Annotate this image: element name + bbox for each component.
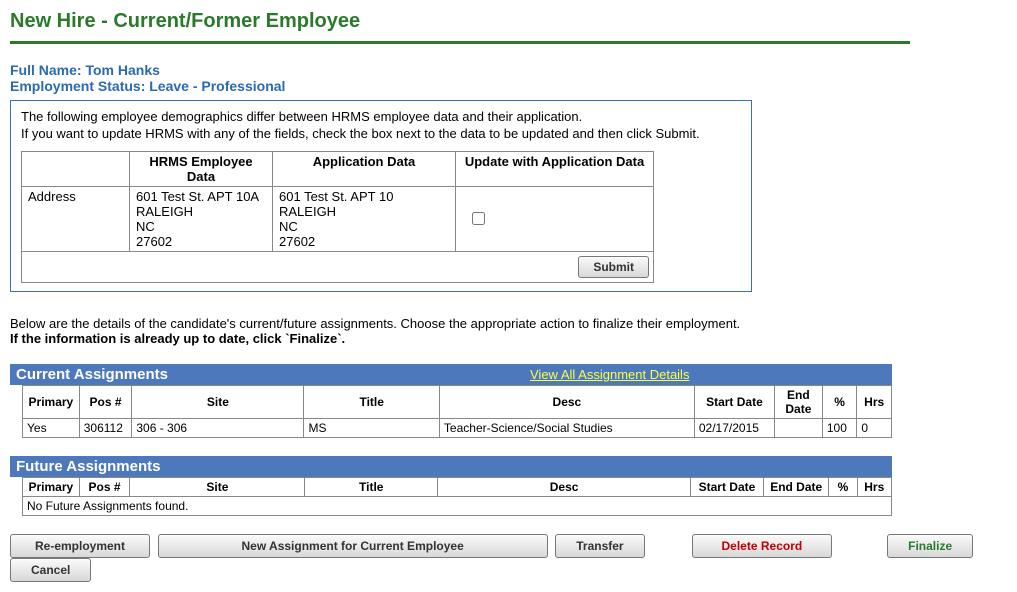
- table-row: Yes 306112 306 - 306 MS Teacher-Science/…: [23, 418, 892, 437]
- reemployment-button[interactable]: Re-employment: [10, 534, 150, 558]
- action-buttons: Re-employment New Assignment for Current…: [10, 534, 1007, 582]
- page-rule: [10, 41, 910, 44]
- cur-th-site: Site: [132, 385, 304, 418]
- compare-col-update: Update with Application Data: [456, 151, 654, 186]
- compare-col-field: [22, 151, 130, 186]
- compare-col-app: Application Data: [273, 151, 456, 186]
- status-label: Employment Status:: [10, 78, 145, 94]
- cur-pct: 100: [822, 418, 857, 437]
- current-assignments-table: Primary Pos # Site Title Desc Start Date…: [22, 385, 892, 438]
- full-name-value: Tom Hanks: [85, 62, 159, 78]
- hrms-address-cell: 601 Test St. APT 10A RALEIGH NC 27602: [130, 186, 273, 251]
- current-assignments-title: Current Assignments: [16, 366, 168, 383]
- cur-th-end: End Date: [774, 385, 822, 418]
- hrms-line2: RALEIGH: [136, 204, 193, 219]
- identity-block: Full Name: Tom Hanks Employment Status: …: [10, 62, 1007, 94]
- cur-th-pct: %: [822, 385, 857, 418]
- fut-th-site: Site: [130, 477, 305, 496]
- view-all-assignments-link[interactable]: View All Assignment Details: [530, 367, 689, 382]
- future-assignments-bar: Future Assignments: [10, 456, 892, 477]
- hrms-line4: 27602: [136, 234, 172, 249]
- compare-col-hrms: HRMS Employee Data: [130, 151, 273, 186]
- note-line2: If the information is already up to date…: [10, 331, 345, 346]
- fut-th-pct: %: [829, 477, 857, 496]
- cancel-button[interactable]: Cancel: [10, 558, 91, 582]
- update-address-checkbox[interactable]: [472, 212, 485, 225]
- current-assignments-bar: Current Assignments View All Assignment …: [10, 364, 892, 385]
- compare-line2: If you want to update HRMS with any of t…: [21, 126, 700, 141]
- fut-th-start: Start Date: [691, 477, 764, 496]
- submit-button[interactable]: Submit: [578, 256, 649, 278]
- cur-desc: Teacher-Science/Social Studies: [439, 418, 694, 437]
- transfer-button[interactable]: Transfer: [555, 534, 644, 558]
- fut-th-title: Title: [305, 477, 438, 496]
- future-assignments-title: Future Assignments: [16, 458, 160, 475]
- cur-site: 306 - 306: [132, 418, 304, 437]
- cur-pos: 306112: [79, 418, 132, 437]
- compare-table: HRMS Employee Data Application Data Upda…: [21, 151, 654, 283]
- app-line4: 27602: [279, 234, 315, 249]
- future-empty-msg: No Future Assignments found.: [23, 496, 892, 515]
- app-line1: 601 Test St. APT 10: [279, 189, 393, 204]
- cur-end: [774, 418, 822, 437]
- full-name-label: Full Name:: [10, 62, 82, 78]
- hrms-line1: 601 Test St. APT 10A: [136, 189, 259, 204]
- hrms-line3: NC: [136, 219, 155, 234]
- fut-th-primary: Primary: [23, 477, 80, 496]
- table-row: No Future Assignments found.: [23, 496, 892, 515]
- compare-panel: The following employee demographics diff…: [10, 100, 752, 292]
- cur-th-start: Start Date: [694, 385, 774, 418]
- finalize-button[interactable]: Finalize: [887, 534, 973, 558]
- compare-line1: The following employee demographics diff…: [21, 109, 582, 124]
- fut-th-desc: Desc: [438, 477, 691, 496]
- cur-start: 02/17/2015: [694, 418, 774, 437]
- cur-th-primary: Primary: [23, 385, 80, 418]
- new-assignment-button[interactable]: New Assignment for Current Employee: [158, 534, 548, 558]
- cur-hrs: 0: [857, 418, 892, 437]
- compare-row-label: Address: [22, 186, 130, 251]
- fut-th-end: End Date: [763, 477, 829, 496]
- page-title: New Hire - Current/Former Employee: [10, 10, 1007, 33]
- fut-th-pos: Pos #: [79, 477, 130, 496]
- cur-title: MS: [304, 418, 439, 437]
- app-line2: RALEIGH: [279, 204, 336, 219]
- cur-th-desc: Desc: [439, 385, 694, 418]
- status-value: Leave - Professional: [149, 78, 285, 94]
- note-line1: Below are the details of the candidate's…: [10, 316, 740, 331]
- app-line3: NC: [279, 219, 298, 234]
- fut-th-hrs: Hrs: [857, 477, 891, 496]
- cur-th-hrs: Hrs: [857, 385, 892, 418]
- future-assignments-table: Primary Pos # Site Title Desc Start Date…: [22, 477, 892, 516]
- action-note: Below are the details of the candidate's…: [10, 316, 1007, 346]
- compare-instructions: The following employee demographics diff…: [21, 109, 741, 143]
- cur-th-pos: Pos #: [79, 385, 132, 418]
- cur-primary: Yes: [23, 418, 80, 437]
- delete-record-button[interactable]: Delete Record: [692, 534, 832, 558]
- app-address-cell: 601 Test St. APT 10 RALEIGH NC 27602: [273, 186, 456, 251]
- cur-th-title: Title: [304, 385, 439, 418]
